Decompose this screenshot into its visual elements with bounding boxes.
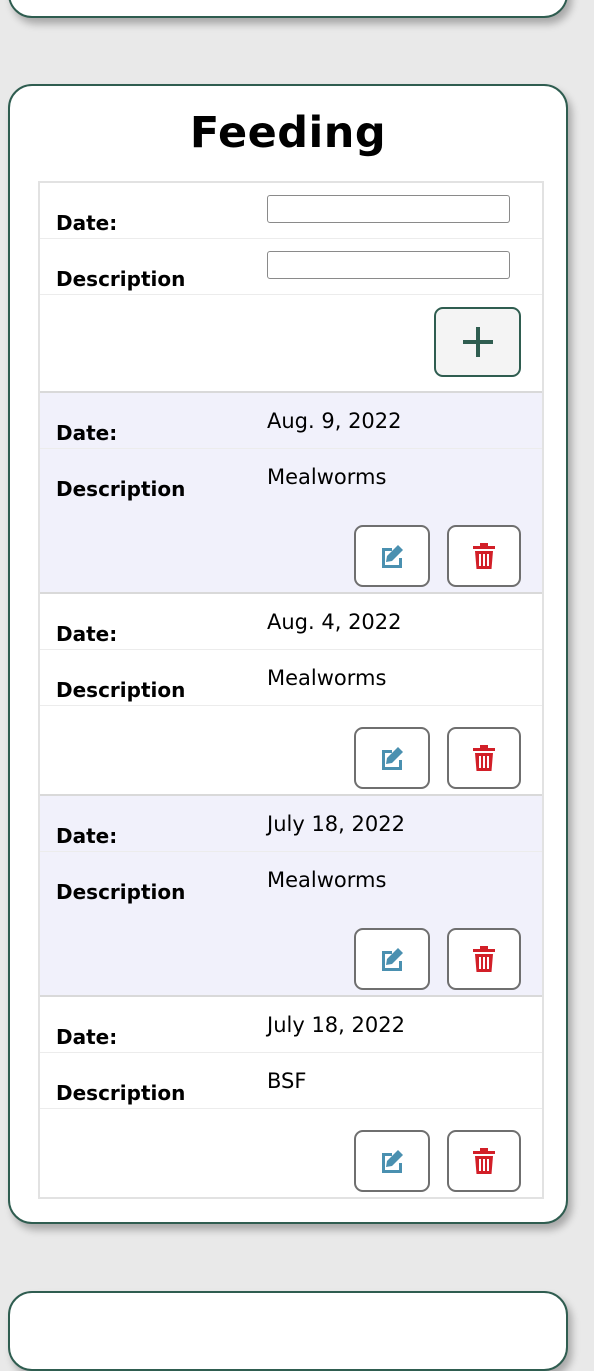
entry-row: Date: Aug. 9, 2022 Description Mealworms	[40, 391, 542, 592]
edit-icon	[382, 545, 403, 568]
date-label: Date:	[56, 824, 118, 848]
description-value: Mealworms	[267, 465, 387, 489]
edit-button[interactable]	[354, 928, 430, 990]
edit-icon	[382, 1150, 403, 1173]
trash-icon	[473, 543, 495, 569]
section-title: Feeding	[189, 108, 387, 158]
add-entry-button[interactable]	[434, 307, 521, 377]
description-input[interactable]	[267, 251, 510, 279]
new-entry-row: Date: Description	[40, 183, 542, 391]
date-value: Aug. 4, 2022	[267, 610, 402, 634]
entry-row: Date: July 18, 2022 Description BSF	[40, 995, 542, 1197]
description-label: Description	[56, 477, 186, 501]
feeding-table: Date: Description Date: Aug. 9, 2022 Des…	[38, 181, 544, 1199]
edit-icon	[382, 747, 403, 770]
trash-icon	[473, 745, 495, 771]
date-label: Date:	[56, 421, 118, 445]
description-label: Description	[56, 880, 186, 904]
date-value: July 18, 2022	[267, 1013, 405, 1037]
description-value: BSF	[267, 1069, 307, 1093]
description-label: Description	[56, 267, 186, 291]
date-label: Date:	[56, 1025, 118, 1049]
edit-button[interactable]	[354, 1130, 430, 1192]
entry-row: Date: July 18, 2022 Description Mealworm…	[40, 794, 542, 995]
date-value: Aug. 9, 2022	[267, 409, 402, 433]
delete-button[interactable]	[447, 727, 521, 789]
edit-button[interactable]	[354, 525, 430, 587]
feeding-card: Feeding Date: Description Date: Aug. 9, …	[8, 84, 568, 1224]
edit-icon	[382, 948, 403, 971]
description-label: Description	[56, 678, 186, 702]
entry-row: Date: Aug. 4, 2022 Description Mealworms	[40, 592, 542, 794]
description-value: Mealworms	[267, 868, 387, 892]
delete-button[interactable]	[447, 928, 521, 990]
previous-card	[8, 0, 568, 18]
trash-icon	[473, 1148, 495, 1174]
plus-icon	[462, 327, 493, 357]
delete-button[interactable]	[447, 1130, 521, 1192]
date-value: July 18, 2022	[267, 812, 405, 836]
date-label: Date:	[56, 211, 118, 235]
date-label: Date:	[56, 622, 118, 646]
edit-button[interactable]	[354, 727, 430, 789]
description-label: Description	[56, 1081, 186, 1105]
delete-button[interactable]	[447, 525, 521, 587]
description-value: Mealworms	[267, 666, 387, 690]
trash-icon	[473, 946, 495, 972]
date-input[interactable]	[267, 195, 510, 223]
next-card	[8, 1291, 568, 1371]
